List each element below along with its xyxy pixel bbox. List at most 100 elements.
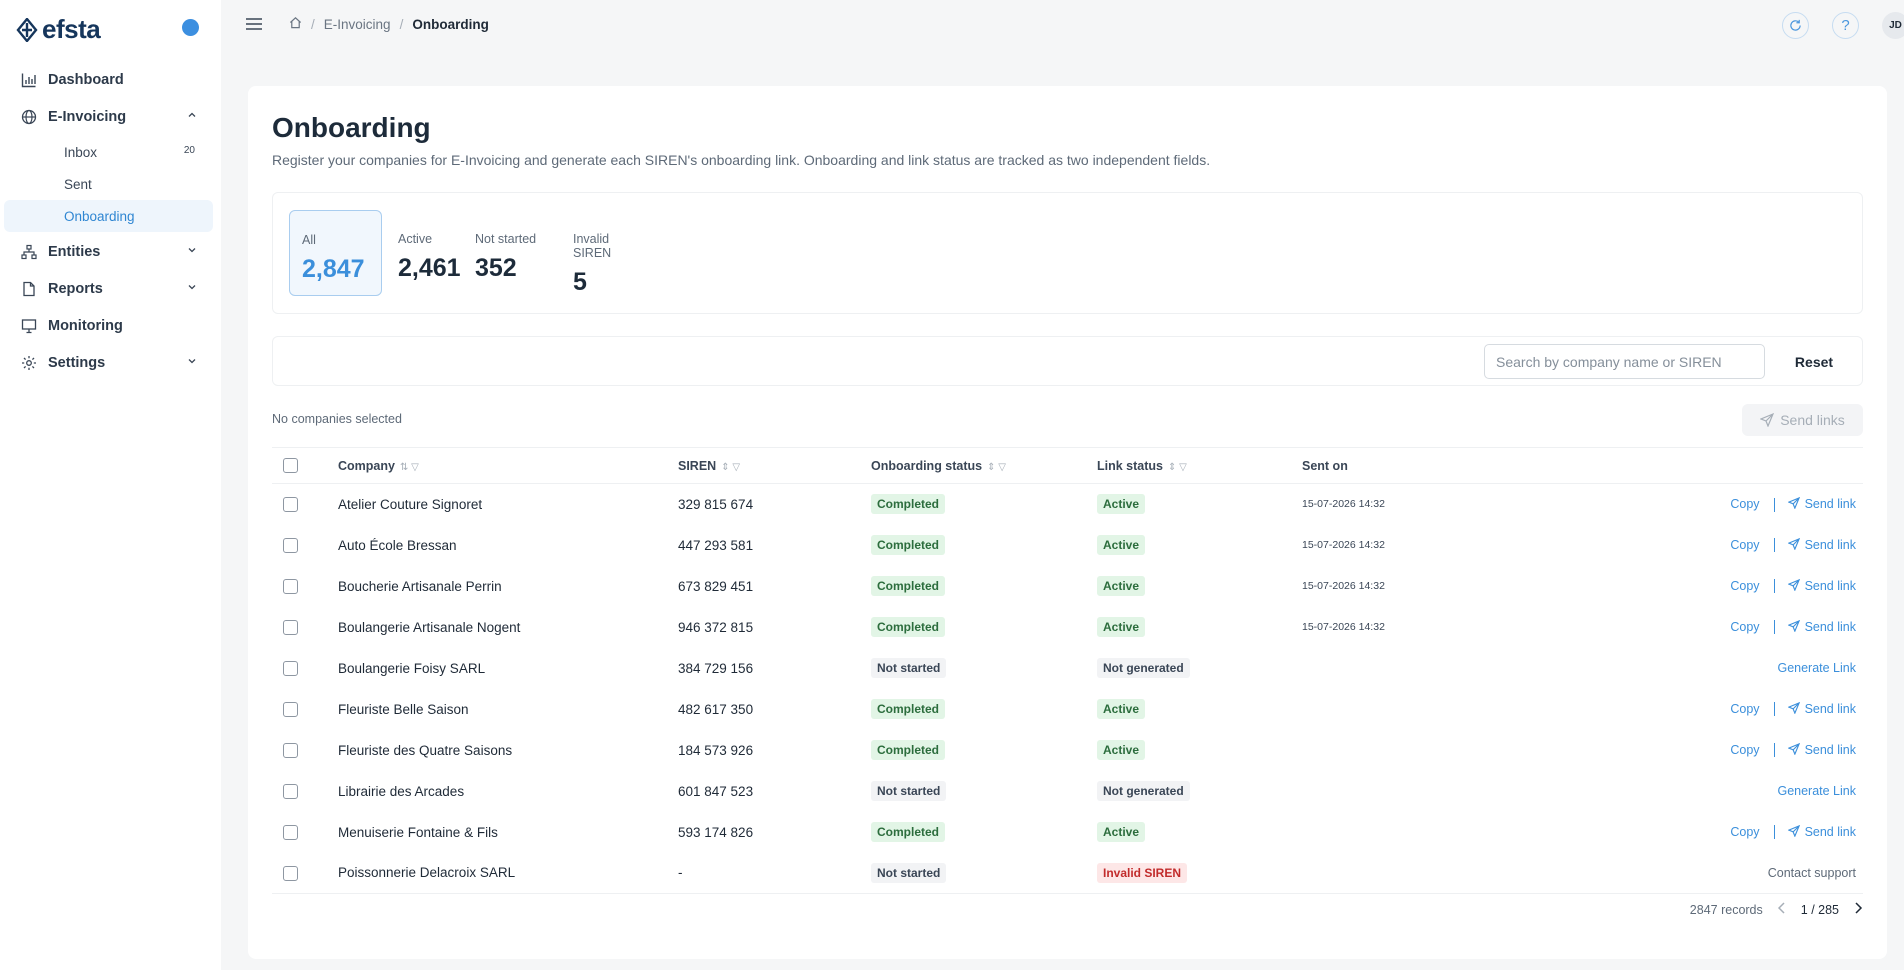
stat-active[interactable]: Active 2,461 xyxy=(386,210,468,296)
table-row[interactable]: Auto École Bressan 447 293 581 Completed Ac… xyxy=(272,525,1863,566)
sidebar-item-inbox[interactable]: Inbox 20 xyxy=(4,136,213,168)
action-divider xyxy=(1773,702,1775,717)
table-row[interactable]: Fleuriste des Quatre Saisons 184 573 926 C… xyxy=(272,730,1863,771)
sort-filter-icon[interactable]: ⇕ ▽ xyxy=(1168,462,1187,473)
refresh-icon[interactable] xyxy=(1782,12,1809,39)
row-checkbox[interactable] xyxy=(283,537,298,553)
copy-link-button[interactable]: Copy xyxy=(1730,620,1759,634)
table-row[interactable]: Menuiserie Fontaine & Fils 593 174 826 Com… xyxy=(272,812,1863,853)
sidebar-item-sent[interactable]: Sent xyxy=(4,168,213,200)
link-status-cell: Active xyxy=(1097,484,1302,525)
row-checkbox[interactable] xyxy=(283,742,298,758)
send-link-label: Send link xyxy=(1804,824,1856,839)
chevron-up-icon xyxy=(188,112,196,117)
copy-link-button[interactable]: Copy xyxy=(1730,579,1759,593)
action-divider xyxy=(1773,579,1775,594)
copy-link-button[interactable]: Copy xyxy=(1730,743,1759,757)
generate-link-button[interactable]: Generate Link xyxy=(1777,661,1856,675)
sidebar-item-reports[interactable]: Reports xyxy=(0,271,221,307)
sidebar-item-monitoring[interactable]: Monitoring xyxy=(0,308,221,344)
send-link-button[interactable]: Send link xyxy=(1786,824,1856,839)
help-icon[interactable]: ? xyxy=(1832,12,1859,39)
table-row[interactable]: Librairie des Arcades 601 847 523 Not star… xyxy=(272,771,1863,812)
send-link-button[interactable]: Send link xyxy=(1786,537,1856,552)
send-link-button[interactable]: Send link xyxy=(1786,619,1856,634)
row-select-cell xyxy=(272,853,338,894)
copy-link-button[interactable]: Copy xyxy=(1730,702,1759,716)
stat-all[interactable]: All 2,847 xyxy=(289,210,382,296)
copy-link-button[interactable]: Copy xyxy=(1730,497,1759,511)
file-icon xyxy=(20,280,38,298)
send-link-label: Send link xyxy=(1804,578,1856,593)
siren-value: 329 815 674 xyxy=(678,496,754,512)
column-company[interactable]: Company ⇅ ▽ xyxy=(338,447,678,484)
prev-page-icon[interactable] xyxy=(1777,902,1787,917)
table-row[interactable]: Poissonnerie Delacroix SARL - Not started I… xyxy=(272,853,1863,894)
home-icon[interactable] xyxy=(289,16,302,32)
chart-bar-icon xyxy=(20,71,38,89)
send-links-label: Send links xyxy=(1780,412,1845,428)
monitor-icon xyxy=(20,317,38,335)
table-row[interactable]: Boulangerie Foisy SARL 384 729 156 Not sta… xyxy=(272,648,1863,689)
send-link-button[interactable]: Send link xyxy=(1786,578,1856,593)
table-row[interactable]: Fleuriste Belle Saison 482 617 350 Complet… xyxy=(272,689,1863,730)
chevron-down-icon xyxy=(188,359,196,364)
row-checkbox[interactable] xyxy=(283,824,298,840)
sidebar-item-label: Dashboard xyxy=(48,72,124,88)
breadcrumb-parent[interactable]: E-Invoicing xyxy=(324,17,391,32)
row-checkbox[interactable] xyxy=(283,660,298,676)
sidebar-item-entities[interactable]: Entities xyxy=(0,234,221,270)
sidebar-item-dashboard[interactable]: Dashboard xyxy=(0,62,221,98)
row-checkbox[interactable] xyxy=(283,701,298,717)
table-row[interactable]: Boulangerie Artisanale Nogent 946 372 815… xyxy=(272,607,1863,648)
send-icon xyxy=(1760,413,1775,427)
send-link-button[interactable]: Send link xyxy=(1786,742,1856,757)
row-checkbox[interactable] xyxy=(283,783,298,799)
table-row[interactable]: Boucherie Artisanale Perrin 673 829 451 Co… xyxy=(272,566,1863,607)
gear-icon xyxy=(20,354,38,372)
reset-button[interactable]: Reset xyxy=(1775,344,1853,379)
stat-invalid-siren[interactable]: Invalid SIREN 5 xyxy=(561,210,661,296)
brand-logo[interactable]: efsta xyxy=(16,14,101,45)
company-name: Boucherie Artisanale Perrin xyxy=(338,578,502,594)
stat-not-started[interactable]: Not started 352 xyxy=(463,210,553,296)
select-all-checkbox[interactable] xyxy=(283,458,298,474)
onboarding-status-cell: Completed xyxy=(871,566,1097,607)
send-link-label: Send link xyxy=(1804,701,1856,716)
send-link-button[interactable]: Send link xyxy=(1786,701,1856,716)
user-avatar[interactable]: JD xyxy=(1882,12,1904,39)
column-onboarding-status[interactable]: Onboarding status ⇕ ▽ xyxy=(871,447,1097,484)
send-links-button[interactable]: Send links xyxy=(1742,404,1863,436)
search-input[interactable] xyxy=(1484,344,1765,379)
copy-link-button[interactable]: Copy xyxy=(1730,538,1759,552)
link-status-badge: Active xyxy=(1097,699,1146,719)
generate-link-button[interactable]: Generate Link xyxy=(1777,784,1856,798)
row-checkbox[interactable] xyxy=(283,865,298,881)
page-indicator: 1 / 285 xyxy=(1800,902,1839,917)
pagination: 2847 records 1 / 285 xyxy=(1690,902,1863,917)
link-status-badge: Active xyxy=(1097,822,1146,842)
sidebar-item-settings[interactable]: Settings xyxy=(0,345,221,381)
column-link-status[interactable]: Link status ⇕ ▽ xyxy=(1097,447,1302,484)
header-select-all[interactable] xyxy=(272,447,338,484)
sort-filter-icon[interactable]: ⇅ ▽ xyxy=(400,462,419,473)
sort-filter-icon[interactable]: ⇕ ▽ xyxy=(721,462,740,473)
breadcrumb-current: Onboarding xyxy=(412,16,489,32)
hamburger-menu-icon[interactable] xyxy=(245,16,263,37)
send-icon xyxy=(1786,496,1800,510)
row-checkbox[interactable] xyxy=(283,578,298,594)
row-checkbox[interactable] xyxy=(283,497,298,513)
send-link-button[interactable]: Send link xyxy=(1786,496,1856,511)
copy-link-button[interactable]: Copy xyxy=(1730,825,1759,839)
sidebar-item-onboarding[interactable]: Onboarding xyxy=(4,200,213,232)
table-row[interactable]: Atelier Couture Signoret 329 815 674 Compl… xyxy=(272,484,1863,525)
sidebar-item-e-invoicing[interactable]: E-Invoicing xyxy=(0,99,221,135)
sent-on-value xyxy=(1302,771,1518,812)
sort-filter-icon[interactable]: ⇕ ▽ xyxy=(987,462,1006,473)
sidebar-item-label: E-Invoicing xyxy=(48,109,127,125)
next-page-icon[interactable] xyxy=(1853,902,1863,917)
link-status-cell: Active xyxy=(1097,812,1302,853)
contact-support-link[interactable]: Contact support xyxy=(1768,866,1856,880)
row-checkbox[interactable] xyxy=(283,619,298,635)
column-siren[interactable]: SIREN ⇕ ▽ xyxy=(678,447,871,484)
